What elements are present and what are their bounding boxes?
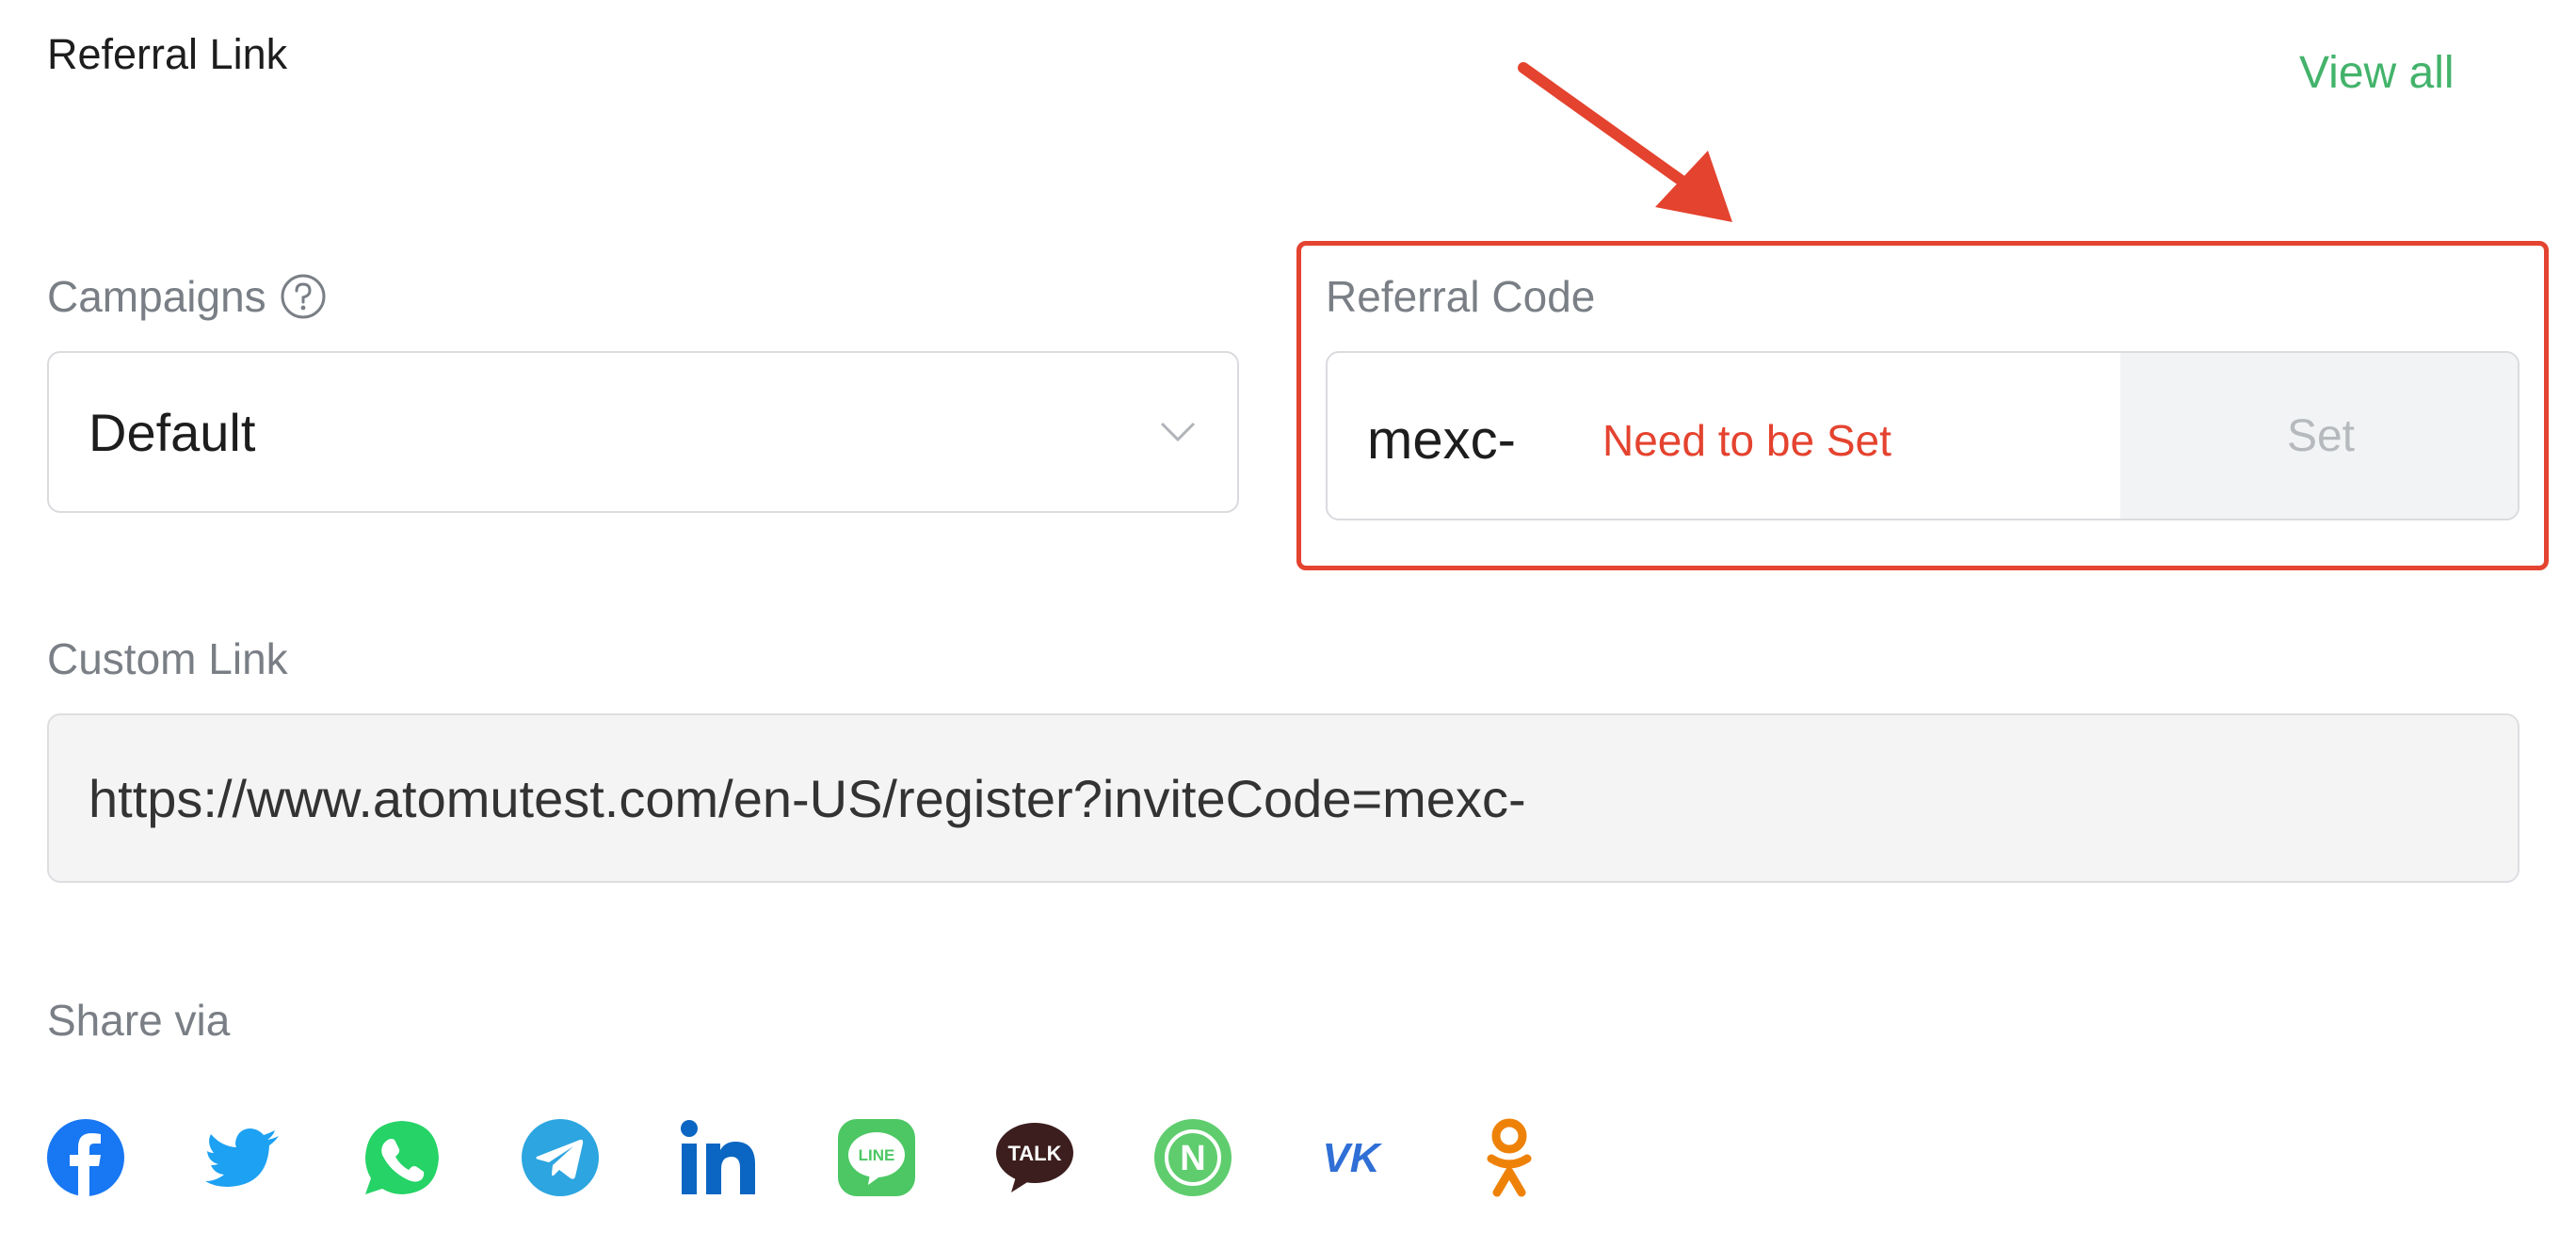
campaigns-label-group: Campaigns [47,271,327,322]
vk-icon-text: VK [1322,1135,1382,1181]
kakaotalk-icon[interactable]: TALK [994,1117,1075,1198]
annotation-arrow-icon [1518,62,1732,222]
line-icon[interactable]: LINE [836,1117,917,1198]
campaigns-label: Campaigns [47,272,266,321]
referral-code-prefix: mexc- [1367,409,1516,471]
campaigns-selected-value: Default [89,402,256,462]
linkedin-icon[interactable] [678,1117,759,1198]
section-title: Referral Link [47,30,288,78]
telegram-icon[interactable] [520,1117,601,1198]
line-icon-text: LINE [859,1146,895,1164]
naver-icon-text: N [1180,1139,1205,1178]
custom-link-label: Custom Link [47,634,288,683]
chevron-down-icon [1160,422,1196,442]
odnoklassniki-icon[interactable] [1469,1117,1550,1198]
annotation-text: Need to be Set [1602,416,1892,465]
set-button[interactable]: Set [2120,353,2518,519]
naver-icon[interactable]: N [1152,1117,1233,1198]
share-via-label: Share via [47,996,231,1045]
whatsapp-icon[interactable] [362,1117,443,1198]
custom-link-field[interactable]: https://www.atomutest.com/en-US/register… [47,713,2520,883]
referral-code-label: Referral Code [1326,272,1596,321]
facebook-icon[interactable] [45,1117,126,1198]
help-icon[interactable] [280,273,327,320]
twitter-icon[interactable] [203,1117,284,1198]
referral-code-field[interactable]: mexc- Need to be Set Set [1326,351,2520,520]
custom-link-value: https://www.atomutest.com/en-US/register… [89,768,1526,828]
view-all-link[interactable]: View all [2299,47,2455,99]
vk-icon[interactable]: VK [1311,1117,1392,1198]
campaigns-select[interactable]: Default [47,351,1239,513]
kakaotalk-icon-text: TALK [1007,1142,1061,1165]
